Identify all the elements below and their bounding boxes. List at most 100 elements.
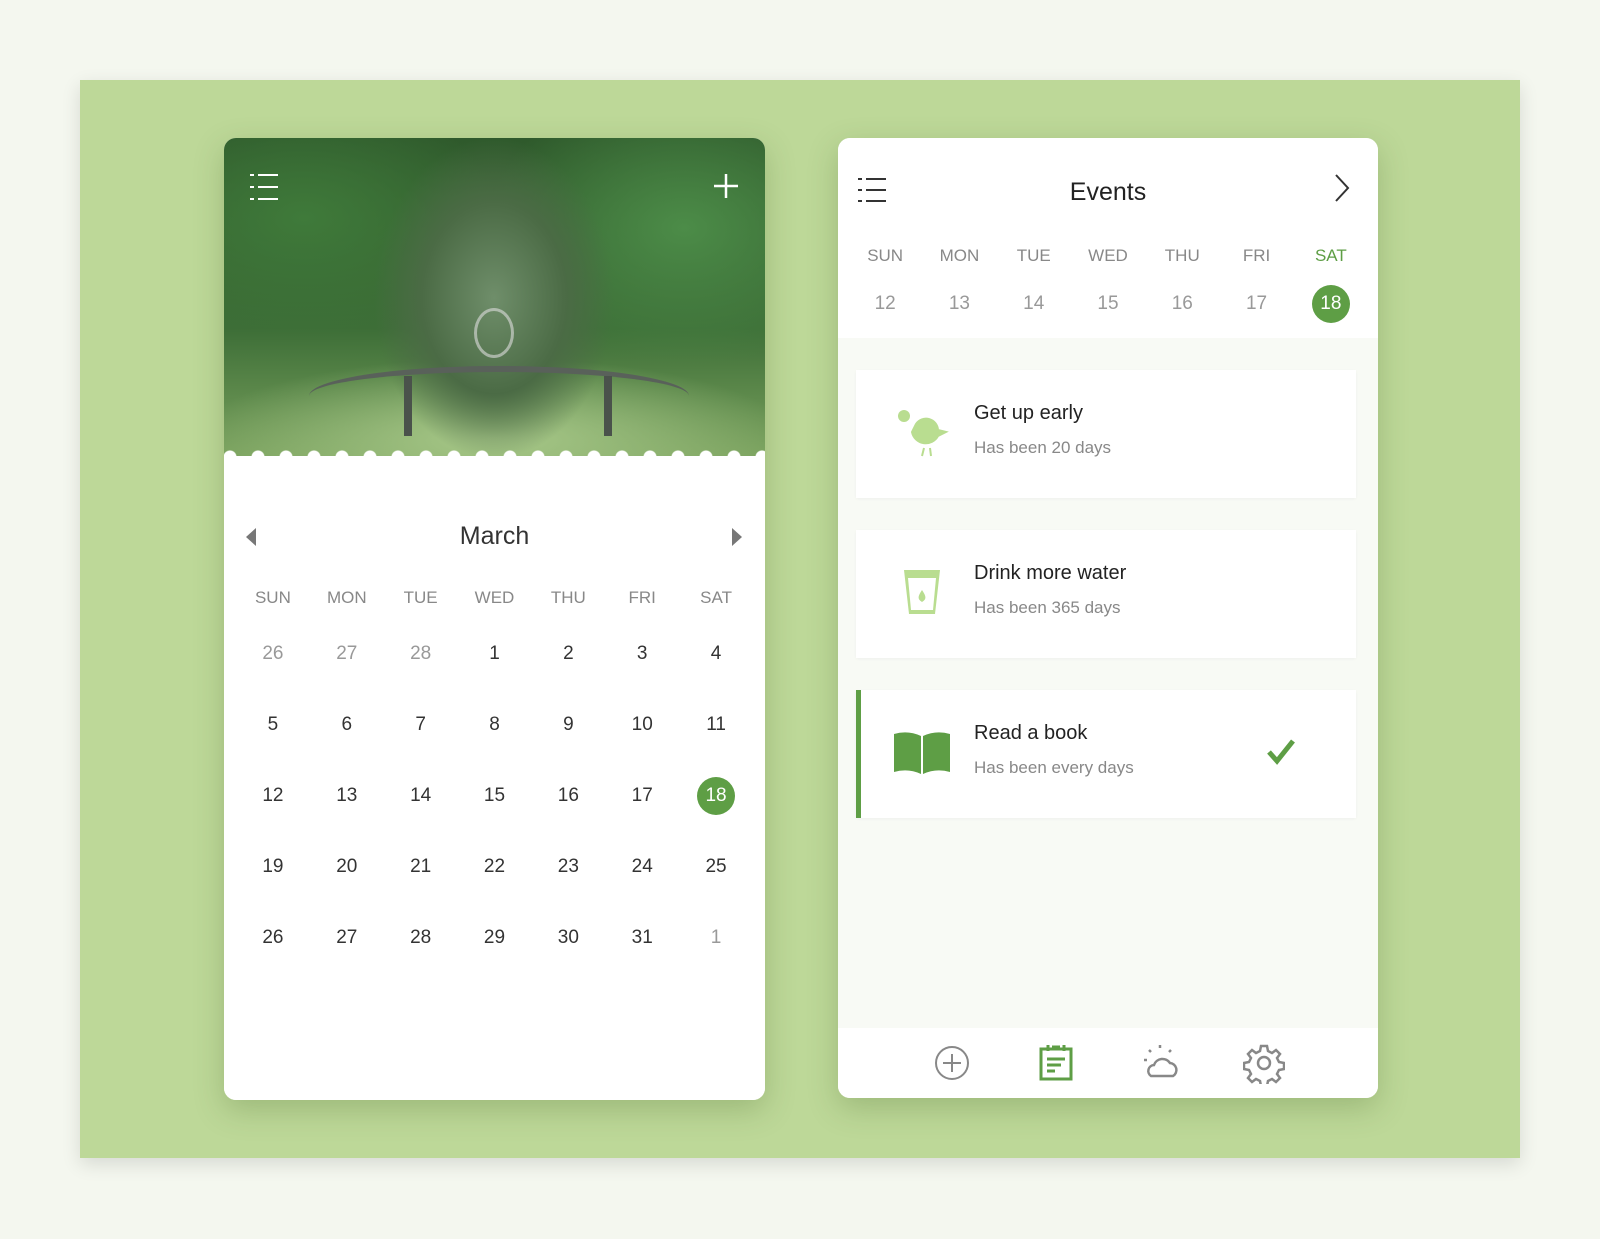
day-cell[interactable]: 13 [310,760,384,831]
chevron-right-icon[interactable] [1332,172,1352,209]
event-title: Get up early [974,402,1083,424]
add-icon[interactable] [931,1042,973,1084]
day-number: 8 [489,714,500,735]
weekday-label: FRI [628,588,656,607]
day-cell[interactable]: 31 [605,902,679,973]
day-number: 3 [636,643,648,664]
weekday-label: WED [1088,246,1128,265]
day-cell[interactable]: 19 [236,831,310,902]
day-cell[interactable]: 16 [531,760,605,831]
day-cell[interactable]: 3 [605,618,679,689]
day-number: 22 [483,856,506,877]
day-cell[interactable]: 17 [605,760,679,831]
day-number: 26 [262,927,284,948]
weekday-label: SUN [254,588,291,607]
day-cell[interactable]: 5 [236,689,310,760]
event-card[interactable]: Drink more water Has been 365 days [856,530,1356,658]
day-cell[interactable]: 21 [384,831,458,902]
day-number: 17 [631,785,653,806]
day-cell[interactable]: 27 [310,618,384,689]
day-cell[interactable]: 26 [236,618,310,689]
week-date[interactable]: 15 [1071,284,1145,324]
day-number: 12 [262,785,284,806]
month-grid: SUN MON TUE WED THU FRI SAT 26 27 28 1 2 3 4 5 6 7 8 9 10 11… [236,578,753,973]
event-card[interactable]: Get up early Has been 20 days [856,370,1356,498]
next-month-arrow-icon[interactable] [732,528,742,546]
day-number: 20 [336,856,358,877]
day-number: 16 [557,785,579,806]
day-number: 7 [415,714,426,735]
day-cell[interactable]: 27 [310,902,384,973]
day-cell[interactable]: 28 [384,618,458,689]
day-cell[interactable]: 20 [310,831,384,902]
day-cell-selected[interactable]: 18 [679,760,753,831]
day-cell[interactable]: 11 [679,689,753,760]
day-cell[interactable]: 4 [679,618,753,689]
weekday-label: WED [474,588,515,607]
day-cell[interactable]: 23 [531,831,605,902]
day-cell[interactable]: 28 [384,902,458,973]
event-title: Drink more water [974,562,1127,584]
cup-icon [894,564,950,620]
week-date[interactable]: 14 [997,284,1071,324]
day-cell[interactable]: 12 [236,760,310,831]
date-number: 13 [948,293,970,314]
tab-bar [838,1028,1378,1098]
weather-icon[interactable] [1139,1042,1181,1084]
day-number: 9 [563,714,574,735]
add-icon[interactable] [712,172,740,207]
menu-icon[interactable] [248,172,280,209]
event-card[interactable]: Read a book Has been every days [856,690,1356,818]
day-number: 11 [706,714,726,735]
date-number: 12 [874,293,896,314]
day-number: 29 [483,927,506,948]
event-subtitle: Has been 20 days [974,438,1112,457]
day-cell[interactable]: 2 [531,618,605,689]
day-cell[interactable]: 29 [458,902,532,973]
week-date[interactable]: 12 [848,284,922,324]
day-cell[interactable]: 1 [458,618,532,689]
day-cell[interactable]: 6 [310,689,384,760]
day-number: 27 [336,927,358,948]
active-indicator [856,690,861,818]
bird-icon [894,404,950,460]
day-number: 6 [341,714,353,735]
event-subtitle: Has been 365 days [974,598,1121,617]
week-date[interactable]: 17 [1219,284,1293,324]
events-card: Events SUN MON TUE WED THU FRI SAT 12 13 14 15 16 17… [838,138,1378,1098]
day-cell[interactable]: 22 [458,831,532,902]
book-icon [894,724,950,780]
day-cell[interactable]: 25 [679,831,753,902]
day-cell[interactable]: 26 [236,902,310,973]
week-date[interactable]: 13 [922,284,996,324]
day-cell[interactable]: 14 [384,760,458,831]
day-cell[interactable]: 24 [605,831,679,902]
week-date[interactable]: 16 [1145,284,1219,324]
day-cell[interactable]: 30 [531,902,605,973]
weekday-label: SAT [1314,246,1347,265]
day-number: 23 [557,856,579,877]
date-number: 15 [1097,293,1119,314]
day-cell[interactable]: 7 [384,689,458,760]
checkmark-icon[interactable] [1266,738,1296,771]
notes-icon[interactable] [1035,1042,1077,1084]
month-title: March [459,522,530,550]
forest-bridge-image [224,138,765,456]
week-strip: SUN MON TUE WED THU FRI SAT 12 13 14 15 16 17 18 [848,246,1368,324]
day-cell[interactable]: 8 [458,689,532,760]
day-number: 24 [631,856,653,877]
week-date[interactable]: 18 [1294,284,1368,324]
settings-icon[interactable] [1242,1042,1286,1088]
day-cell[interactable]: 10 [605,689,679,760]
day-number: 15 [483,785,506,806]
weekday-label: FRI [1242,246,1271,265]
day-number: 28 [410,927,432,948]
day-cell[interactable]: 1 [679,902,753,973]
day-cell[interactable]: 15 [458,760,532,831]
day-number: 14 [410,785,432,806]
event-subtitle: Has been every days [974,758,1134,777]
day-number: 4 [710,643,722,664]
weekday-label: SAT [700,588,732,607]
day-cell[interactable]: 9 [531,689,605,760]
day-number: 25 [705,856,727,877]
